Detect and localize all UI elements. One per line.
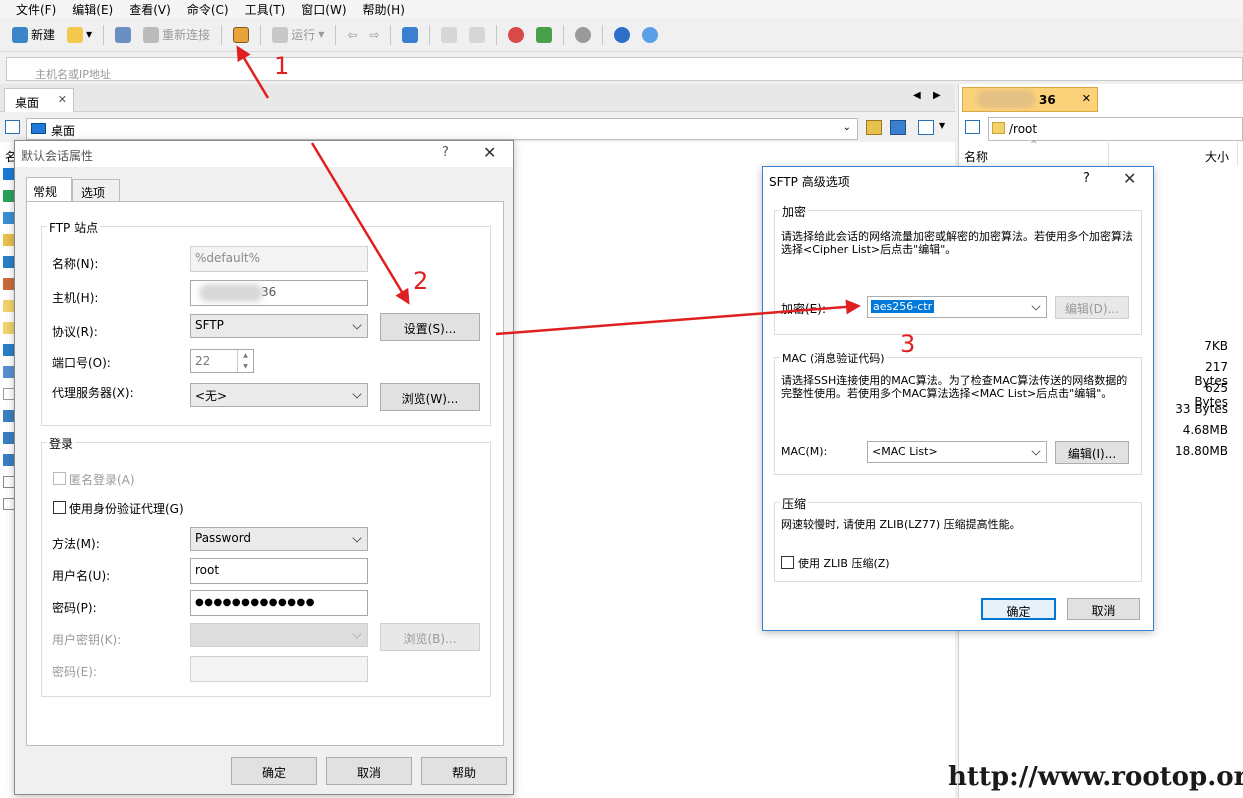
arrow-3 bbox=[495, 299, 861, 336]
annotation-label-1: 1 bbox=[274, 52, 290, 80]
annotation-label-3: 3 bbox=[900, 330, 916, 358]
annotation-arrows bbox=[236, 45, 861, 336]
arrow-1 bbox=[236, 45, 270, 99]
arrow-2 bbox=[310, 142, 410, 305]
watermark: http://www.rootop.org bbox=[948, 762, 1243, 792]
annotation-label-2: 2 bbox=[413, 267, 429, 295]
